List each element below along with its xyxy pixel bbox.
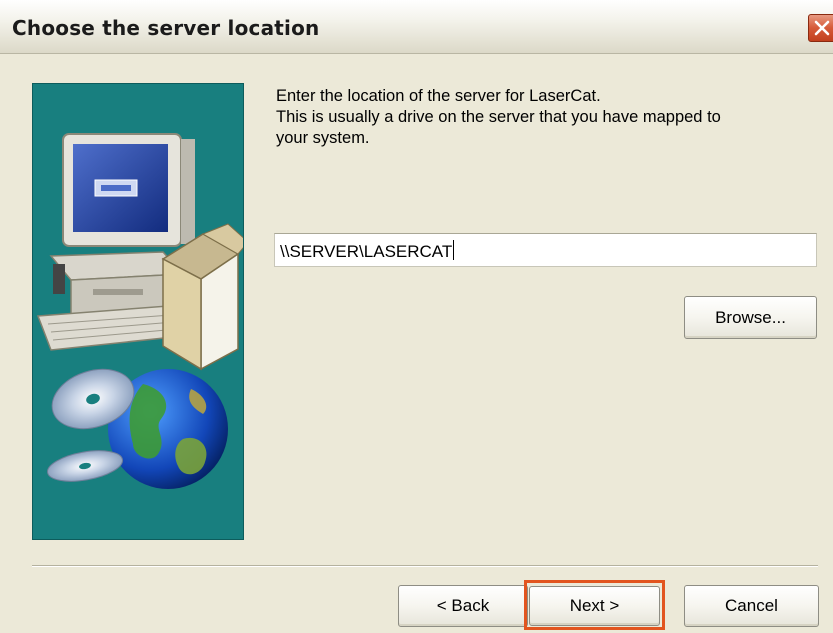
close-button[interactable]	[808, 14, 833, 42]
computer-monitor-icon	[62, 133, 195, 247]
instruction-line: your system.	[276, 129, 370, 147]
server-path-value: \\SERVER\LASERCAT	[280, 242, 453, 261]
text-cursor	[453, 240, 455, 260]
server-path-input[interactable]: \\SERVER\LASERCAT	[274, 233, 817, 267]
instructions-text: Enter the location of the server for Las…	[276, 86, 806, 149]
title-bar[interactable]: Choose the server location	[0, 0, 833, 54]
setup-illustration	[32, 83, 244, 540]
instruction-line: This is usually a drive on the server th…	[276, 108, 721, 126]
instruction-line: Enter the location of the server for Las…	[276, 87, 601, 105]
close-icon	[814, 20, 830, 36]
computer-globe-cd-illustration	[36, 133, 243, 489]
keyboard-icon	[36, 305, 185, 351]
server-location-dialog: Choose the server location Enter the loc…	[0, 0, 833, 633]
browse-button[interactable]: Browse...	[684, 296, 817, 339]
dialog-title: Choose the server location	[12, 16, 320, 40]
back-button[interactable]: < Back	[398, 585, 528, 627]
cancel-button[interactable]: Cancel	[684, 585, 819, 627]
divider	[32, 565, 818, 567]
next-button[interactable]: Next >	[529, 586, 660, 626]
